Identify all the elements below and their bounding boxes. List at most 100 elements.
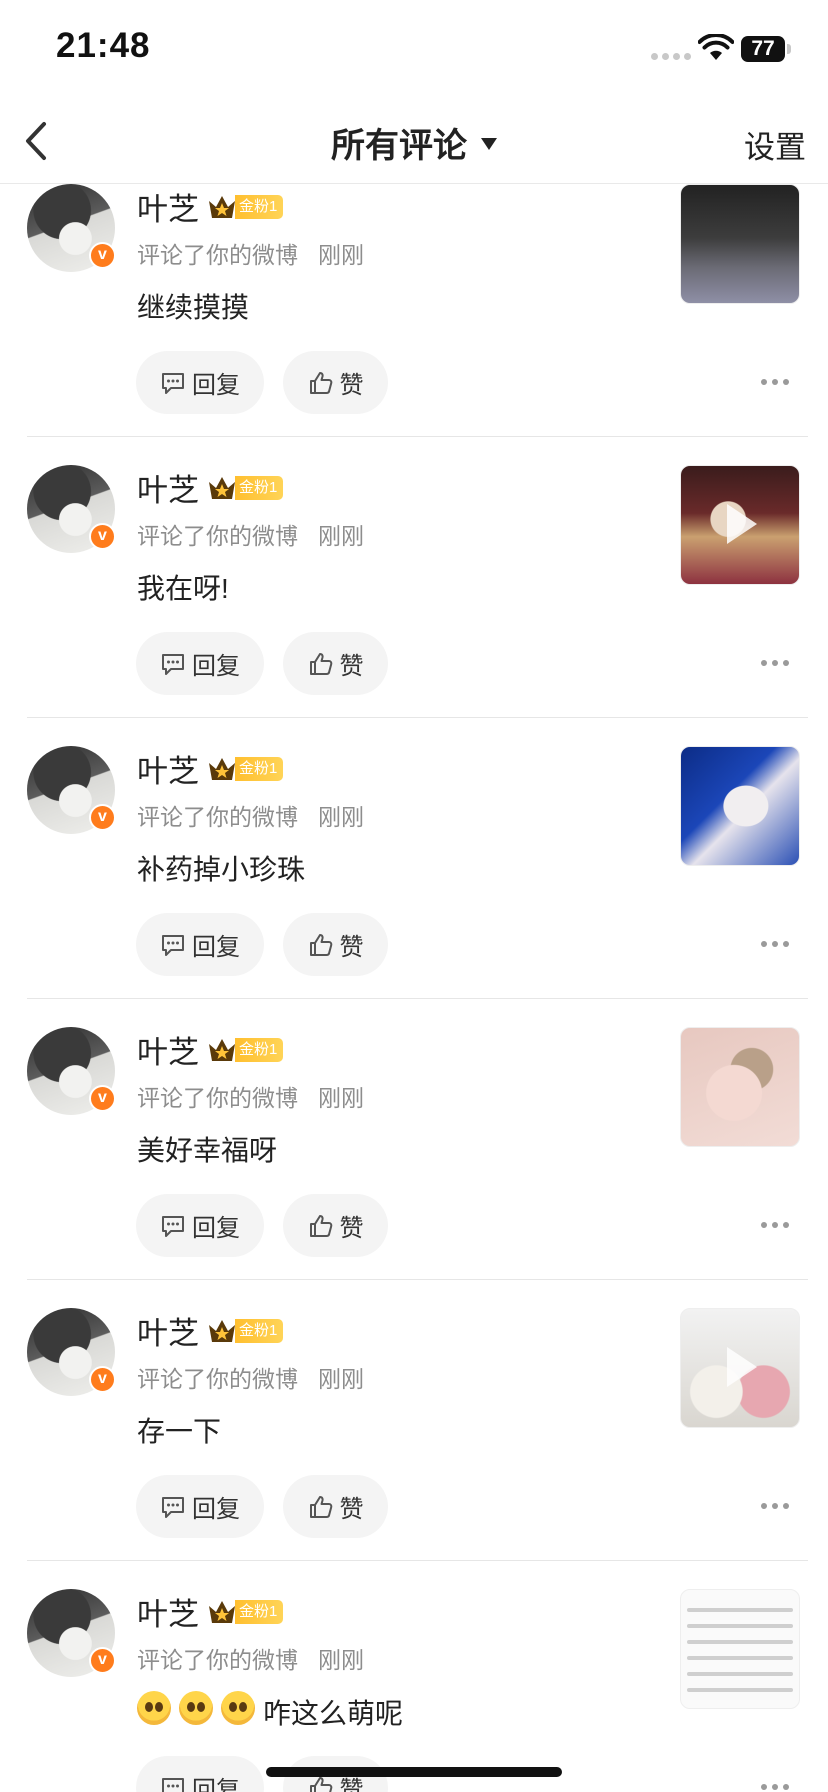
wifi-icon [698, 34, 734, 60]
fan-badge[interactable]: 金粉1 [207, 475, 284, 501]
fan-badge-label: 金粉1 [235, 475, 284, 500]
like-label: 赞 [339, 1215, 364, 1242]
more-options-icon[interactable] [760, 378, 790, 386]
comment-action: 评论了你的微博 [137, 523, 298, 549]
comment-item[interactable]: v 叶芝 金粉1 评论了你的微博 刚刚 补药掉小珍珠 回复 赞 [0, 718, 828, 999]
user-name[interactable]: 叶芝 [137, 1027, 199, 1072]
fan-badge-label: 金粉1 [235, 1318, 284, 1343]
verified-badge-icon: v [89, 1647, 116, 1674]
verified-badge-icon: v [89, 523, 116, 550]
thumbs-up-icon [309, 371, 332, 394]
comment-item[interactable]: v 叶芝 金粉1 评论了你的微博 刚刚 继续摸摸 回复 赞 [0, 184, 828, 437]
singer-on-stage-photo[interactable] [680, 746, 800, 866]
more-options-icon[interactable] [760, 659, 790, 667]
comment-meta: 评论了你的微博 刚刚 [137, 798, 364, 832]
reply-label: 回复 [192, 653, 240, 680]
comment-bubble-icon [162, 1777, 184, 1792]
comment-action: 评论了你的微博 [137, 242, 298, 268]
verified-badge-icon: v [89, 1085, 116, 1112]
thumbs-up-icon [309, 1495, 332, 1518]
comment-text: 继续摸摸 [137, 286, 249, 326]
navigation-bar: 所有评论 设置 [0, 100, 828, 184]
pleading-face-icon [221, 1691, 255, 1725]
battery-level: 77 [741, 36, 785, 62]
verified-badge-icon: v [89, 804, 116, 831]
more-options-icon[interactable] [760, 1502, 790, 1510]
fan-badge[interactable]: 金粉1 [207, 756, 284, 782]
like-label: 赞 [339, 934, 364, 961]
comment-item[interactable]: v 叶芝 金粉1 评论了你的微博 刚刚 我在呀! 回复 赞 [0, 437, 828, 718]
screenshot-text-lines [687, 1608, 793, 1704]
crown-icon [209, 1319, 235, 1342]
like-button[interactable]: 赞 [283, 351, 388, 414]
reply-button[interactable]: 回复 [136, 1475, 264, 1538]
comment-bubble-icon [162, 653, 184, 675]
fan-badge[interactable]: 金粉1 [207, 194, 284, 220]
reply-button[interactable]: 回复 [136, 1194, 264, 1257]
user-name[interactable]: 叶芝 [137, 746, 199, 791]
caret-down-icon [481, 138, 497, 150]
reply-label: 回复 [192, 1215, 240, 1242]
like-button[interactable]: 赞 [283, 913, 388, 976]
reply-button[interactable]: 回复 [136, 1756, 264, 1792]
reply-button[interactable]: 回复 [136, 913, 264, 976]
comment-text-body: 咋这么萌呢 [263, 1697, 404, 1729]
more-options-icon[interactable] [760, 940, 790, 948]
user-name[interactable]: 叶芝 [137, 1308, 199, 1353]
thumbs-up-icon [309, 933, 332, 956]
home-indicator[interactable] [266, 1767, 562, 1777]
reply-label: 回复 [192, 372, 240, 399]
like-button[interactable]: 赞 [283, 632, 388, 695]
comment-meta: 评论了你的微博 刚刚 [137, 517, 364, 551]
comment-item[interactable]: v 叶芝 金粉1 评论了你的微博 刚刚 美好幸福呀 回复 赞 [0, 999, 828, 1280]
comment-bubble-icon [162, 1496, 184, 1518]
comment-action: 评论了你的微博 [137, 1647, 298, 1673]
more-options-icon[interactable] [760, 1783, 790, 1791]
user-name[interactable]: 叶芝 [137, 465, 199, 510]
comment-action: 评论了你的微博 [137, 1085, 298, 1111]
status-bar: 21:48 77 [0, 0, 828, 100]
comment-meta: 评论了你的微博 刚刚 [137, 236, 364, 270]
comment-action: 评论了你的微博 [137, 1366, 298, 1392]
fan-badge-label: 金粉1 [235, 1599, 284, 1624]
fan-badge[interactable]: 金粉1 [207, 1599, 284, 1625]
reply-button[interactable]: 回复 [136, 351, 264, 414]
fan-badge[interactable]: 金粉1 [207, 1318, 284, 1344]
two-people-video[interactable] [680, 1308, 800, 1428]
comment-text: 美好幸福呀 [137, 1129, 277, 1169]
comment-filter-dropdown[interactable]: 所有评论 [0, 100, 828, 184]
text-screenshot[interactable] [680, 1589, 800, 1709]
comment-item[interactable]: v 叶芝 金粉1 评论了你的微博 刚刚 存一下 回复 赞 [0, 1280, 828, 1561]
fan-badge-label: 金粉1 [235, 1037, 284, 1062]
comment-bubble-icon [162, 1215, 184, 1237]
status-time: 21:48 [56, 26, 151, 65]
like-label: 赞 [339, 1496, 364, 1523]
reply-label: 回复 [192, 1496, 240, 1523]
kitten-photo[interactable] [680, 1027, 800, 1147]
settings-button[interactable]: 设置 [744, 122, 806, 167]
crown-icon [209, 1038, 235, 1061]
comment-item[interactable]: v 叶芝 金粉1 评论了你的微博 刚刚 咋这么萌呢 回复 赞 [0, 1561, 828, 1792]
crown-icon [209, 1600, 235, 1623]
page-title: 所有评论 [331, 126, 467, 165]
comment-time: 刚刚 [318, 523, 364, 549]
verified-badge-icon: v [89, 242, 116, 269]
thumbs-up-icon [309, 1214, 332, 1237]
crown-icon [209, 195, 235, 218]
reply-button[interactable]: 回复 [136, 632, 264, 695]
more-options-icon[interactable] [760, 1221, 790, 1229]
pleading-face-icon [137, 1691, 171, 1725]
fan-badge[interactable]: 金粉1 [207, 1037, 284, 1063]
concert-hands-photo[interactable] [680, 184, 800, 304]
like-button[interactable]: 赞 [283, 1194, 388, 1257]
stage-hands-video[interactable] [680, 465, 800, 585]
cellular-signal-icon [651, 53, 691, 60]
user-name[interactable]: 叶芝 [137, 184, 199, 229]
comment-bubble-icon [162, 934, 184, 956]
user-name[interactable]: 叶芝 [137, 1589, 199, 1634]
comment-meta: 评论了你的微博 刚刚 [137, 1360, 364, 1394]
comment-text-body: 继续摸摸 [137, 292, 250, 323]
crown-icon [209, 476, 235, 499]
comment-time: 刚刚 [318, 1647, 364, 1673]
like-button[interactable]: 赞 [283, 1475, 388, 1538]
